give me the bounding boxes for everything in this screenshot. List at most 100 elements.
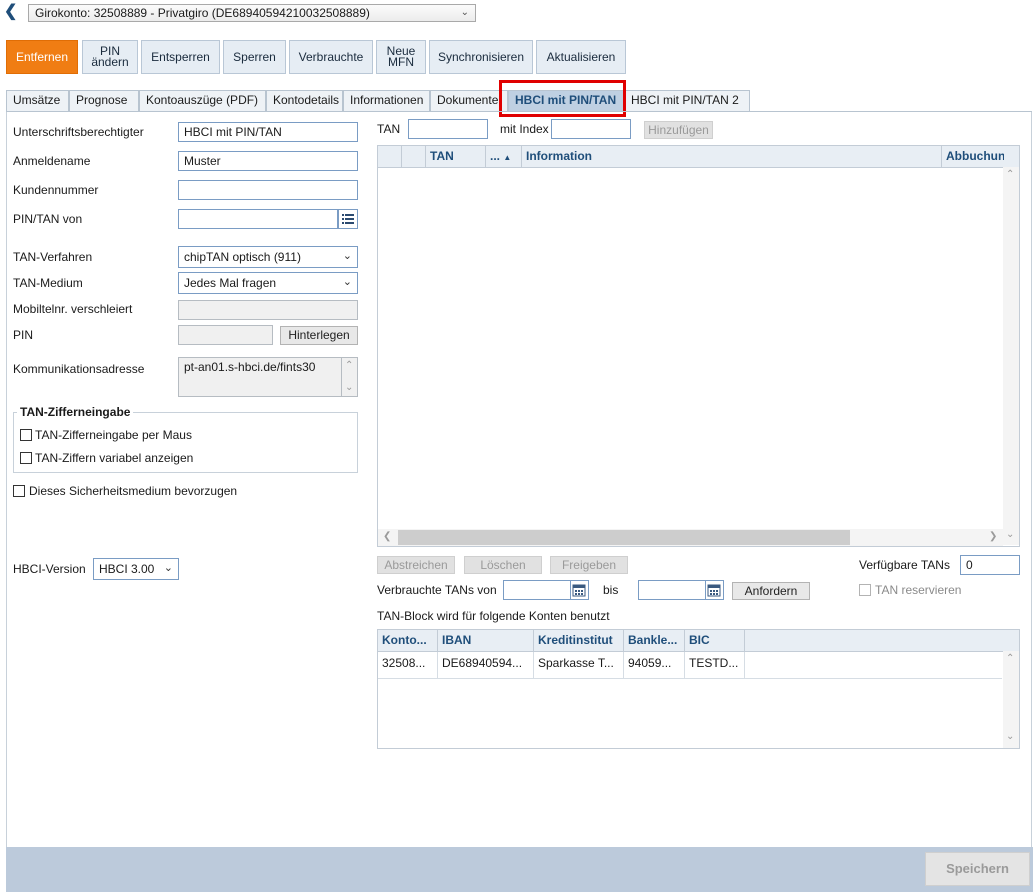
hbci-version-label: HBCI-Version: [13, 562, 86, 576]
variable-digits-checkbox[interactable]: [20, 452, 32, 464]
accounts-caption: TAN-Block wird für folgende Konten benut…: [377, 609, 610, 623]
login-label: Anmeldename: [13, 154, 91, 168]
tan-grid-hscrollbar[interactable]: ❮ ❯: [378, 529, 1003, 546]
refresh-button[interactable]: Aktualisieren: [536, 40, 626, 74]
chevron-down-icon: ⌄: [163, 562, 173, 574]
tan-method-select[interactable]: chipTAN optisch (911) ⌄: [178, 246, 358, 268]
mobile-label: Mobiltelnr. verschleiert: [13, 302, 133, 316]
tan-medium-select[interactable]: Jedes Mal fragen ⌄: [178, 272, 358, 294]
column-header-sort-label: ...: [490, 149, 501, 163]
save-button[interactable]: Speichern: [925, 852, 1030, 886]
tab-prognose[interactable]: Prognose: [69, 90, 139, 111]
new-mfn-button[interactable]: Neue MFN: [376, 40, 426, 74]
column-header-debit[interactable]: Abbuchun: [942, 146, 1004, 167]
hbci-version-select[interactable]: HBCI 3.00 ⌄: [93, 558, 179, 580]
pin-label: PIN: [13, 328, 34, 342]
mobile-field: [178, 300, 358, 320]
hscroll-thumb[interactable]: [398, 530, 850, 545]
signatory-field[interactable]: HBCI mit PIN/TAN: [178, 122, 358, 142]
mouse-entry-checkbox[interactable]: [20, 429, 32, 441]
used-from-field[interactable]: [503, 580, 571, 600]
pintan-from-field[interactable]: [178, 209, 338, 229]
login-field[interactable]: Muster: [178, 151, 358, 171]
table-row[interactable]: 32508... DE68940594... Sparkasse T... 94…: [378, 652, 1002, 679]
used-from-label: Verbrauchte TANs von: [377, 583, 497, 597]
available-tans-field: 0: [960, 555, 1020, 575]
calendar-icon[interactable]: [706, 580, 724, 600]
prefer-medium-checkbox[interactable]: [13, 485, 25, 497]
column-header[interactable]: [402, 146, 426, 167]
chevron-down-icon: ⌄: [342, 276, 352, 288]
cell-bank: Sparkasse T...: [534, 652, 624, 678]
cell-iban: DE68940594...: [438, 652, 534, 678]
tab-kontodetails[interactable]: Kontodetails: [266, 90, 343, 111]
used-button-label: Verbrauchte: [298, 49, 364, 64]
scroll-up-icon: ⌃: [345, 360, 354, 371]
reserve-tan-label: TAN reservieren: [875, 583, 962, 597]
signatory-label: Unterschriftsberechtigter: [13, 125, 144, 139]
pin-field: [178, 325, 273, 345]
tan-input[interactable]: [408, 119, 488, 139]
account-select-value: Girokonto: 32508889 - Privatgiro (DE6894…: [35, 6, 370, 20]
list-picker-icon[interactable]: [338, 209, 358, 229]
customer-number-field[interactable]: [178, 180, 358, 200]
tab-informationen[interactable]: Informationen: [343, 90, 430, 111]
accounts-grid-header: Konto... IBAN Kreditinstitut Bankle... B…: [378, 630, 1019, 652]
used-button[interactable]: Verbrauchte: [289, 40, 373, 74]
column-header[interactable]: [378, 146, 402, 167]
account-select[interactable]: Girokonto: 32508889 - Privatgiro (DE6894…: [28, 4, 476, 22]
tab-dokumente[interactable]: Dokumente: [430, 90, 508, 111]
back-icon[interactable]: ❮: [4, 4, 20, 20]
address-label: Kommunikationsadresse: [13, 362, 145, 376]
tab-umsaetze[interactable]: Umsätze: [6, 90, 69, 111]
accounts-grid: Konto... IBAN Kreditinstitut Bankle... B…: [377, 629, 1020, 749]
tab-hbci-pin-tan-2[interactable]: HBCI mit PIN/TAN 2: [624, 90, 750, 111]
delete-button[interactable]: Löschen: [464, 556, 542, 574]
column-header-bankcode[interactable]: Bankle...: [624, 630, 685, 651]
cell-bankcode: 94059...: [624, 652, 685, 678]
lock-button-label: Sperren: [233, 49, 276, 64]
footer-bar: [6, 847, 1033, 892]
add-button[interactable]: Hinzufügen: [644, 121, 713, 139]
pintan-from-label: PIN/TAN von: [13, 212, 83, 226]
chevron-down-icon: ⌄: [460, 7, 469, 18]
sort-ascending-icon: ▲: [503, 153, 512, 162]
sync-button[interactable]: Synchronisieren: [429, 40, 533, 74]
index-input[interactable]: [551, 119, 631, 139]
strike-button[interactable]: Abstreichen: [377, 556, 455, 574]
cell-account: 32508...: [378, 652, 438, 678]
pin-change-button[interactable]: PIN ändern: [82, 40, 138, 74]
column-header-bic[interactable]: BIC: [685, 630, 745, 651]
accounts-grid-vscrollbar[interactable]: ⌃ ⌄: [1003, 651, 1019, 748]
tab-kontoauszuege[interactable]: Kontoauszüge (PDF): [139, 90, 266, 111]
scroll-right-icon: ❯: [989, 531, 998, 542]
remove-button[interactable]: Entfernen: [6, 40, 78, 74]
scroll-down-icon: ⌄: [1006, 731, 1015, 742]
tan-method-label: TAN-Verfahren: [13, 250, 93, 264]
tan-grid: TAN ... ▲ Information Abbuchun ⌃ ⌄ ❮ ❯: [377, 145, 1020, 547]
column-header-information[interactable]: Information: [522, 146, 942, 167]
store-button[interactable]: Hinterlegen: [280, 326, 358, 345]
tan-grid-header: TAN ... ▲ Information Abbuchun: [378, 146, 1019, 168]
request-button[interactable]: Anfordern: [732, 582, 810, 600]
calendar-icon[interactable]: [571, 580, 589, 600]
refresh-button-label: Aktualisieren: [546, 49, 616, 64]
tan-grid-vscrollbar[interactable]: ⌃ ⌄: [1003, 167, 1019, 545]
column-header-account[interactable]: Konto...: [378, 630, 438, 651]
column-header-iban[interactable]: IBAN: [438, 630, 534, 651]
scroll-left-icon: ❮: [383, 531, 392, 542]
customer-number-label: Kundennummer: [13, 183, 99, 197]
new-mfn-button-label: Neue MFN: [386, 44, 416, 69]
lock-button[interactable]: Sperren: [223, 40, 286, 74]
tan-medium-label: TAN-Medium: [13, 276, 83, 290]
unlock-button[interactable]: Entsperren: [141, 40, 220, 74]
column-header-bank[interactable]: Kreditinstitut: [534, 630, 624, 651]
scroll-down-icon: ⌄: [1006, 529, 1015, 540]
column-header-tan[interactable]: TAN: [426, 146, 486, 167]
used-to-field[interactable]: [638, 580, 706, 600]
tan-medium-value: Jedes Mal fragen: [184, 276, 277, 290]
index-label: mit Index: [500, 122, 549, 136]
column-header-sort[interactable]: ... ▲: [486, 146, 522, 167]
address-scrollbar[interactable]: ⌃ ⌄: [342, 357, 358, 397]
release-button[interactable]: Freigeben: [550, 556, 628, 574]
